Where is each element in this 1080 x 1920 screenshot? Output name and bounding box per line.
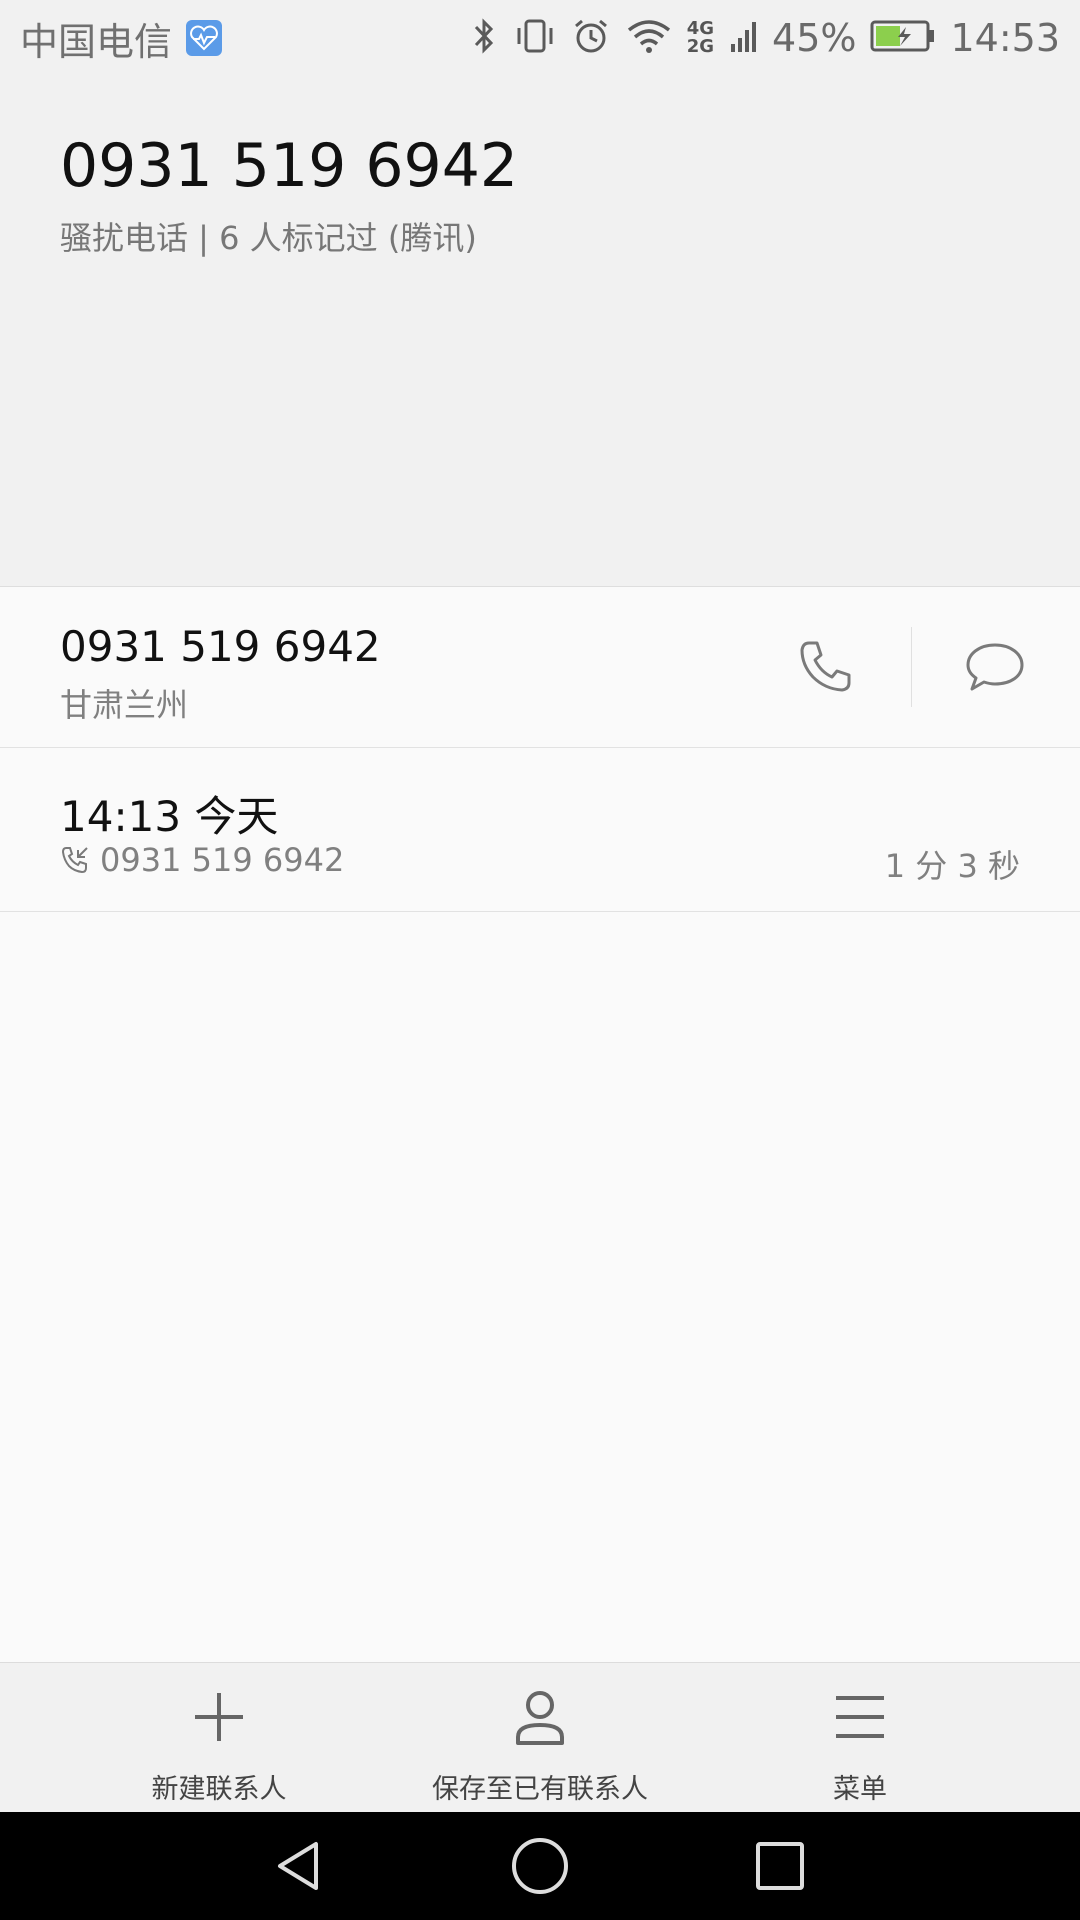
home-button[interactable] <box>510 1836 570 1896</box>
person-icon <box>510 1687 570 1747</box>
call-log-item[interactable]: 14:13 今天 0931 519 6942 1 分 3 秒 <box>0 748 1080 912</box>
call-log-time: 14:13 今天 <box>60 792 279 841</box>
network-type-bottom: 2G <box>686 36 715 57</box>
action-divider <box>911 627 912 707</box>
message-button[interactable] <box>960 632 1030 702</box>
message-icon <box>966 643 1024 691</box>
back-icon <box>278 1842 318 1890</box>
call-log-number: 0931 519 6942 <box>100 841 345 879</box>
menu-icon <box>830 1687 890 1747</box>
signal-icon <box>730 16 758 60</box>
save-to-existing-contact-button[interactable]: 保存至已有联系人 <box>420 1663 660 1813</box>
home-icon <box>512 1838 568 1894</box>
navigation-bar <box>0 1812 1080 1920</box>
battery-percent: 45% <box>772 16 857 60</box>
status-time: 14:53 <box>950 16 1060 60</box>
incoming-call-icon <box>61 847 88 874</box>
menu-label: 菜单 <box>833 1774 887 1805</box>
wifi-icon <box>625 16 673 60</box>
vibrate-icon <box>513 16 557 60</box>
menu-button[interactable]: 菜单 <box>760 1663 960 1813</box>
back-button[interactable] <box>270 1836 330 1896</box>
phone-icon <box>800 641 851 692</box>
spam-tag: 骚扰电话 | 6 人标记过 (腾讯) <box>60 219 477 257</box>
caller-header: 0931 519 6942 骚扰电话 | 6 人标记过 (腾讯) <box>0 76 1080 587</box>
plus-icon <box>189 1687 249 1747</box>
battery-icon <box>870 19 936 57</box>
bluetooth-icon <box>469 16 499 60</box>
row-phone-number: 0931 519 6942 <box>60 622 381 671</box>
new-contact-button[interactable]: 新建联系人 <box>119 1663 319 1813</box>
row-location: 甘肃兰州 <box>60 686 189 724</box>
number-row[interactable]: 0931 519 6942 甘肃兰州 <box>0 587 1080 748</box>
call-log-duration: 1 分 3 秒 <box>884 847 1020 885</box>
caller-number-title: 0931 519 6942 <box>60 131 519 201</box>
save-to-existing-label: 保存至已有联系人 <box>432 1774 648 1805</box>
network-type: 4G 2G <box>687 20 714 56</box>
alarm-icon <box>571 16 611 60</box>
status-right: 4G 2G 45% 14:53 <box>469 16 1060 60</box>
bottom-action-bar: 新建联系人 保存至已有联系人 菜单 <box>0 1662 1080 1813</box>
recent-apps-icon <box>756 1842 804 1890</box>
new-contact-label: 新建联系人 <box>151 1774 287 1805</box>
status-bar: 中国电信 4G 2G 45% 14:53 <box>0 0 1080 76</box>
health-icon <box>186 20 223 56</box>
call-button[interactable] <box>790 632 860 702</box>
call-detail-screen: 中国电信 4G 2G 45% 14:53 0931 519 6942 骚扰电话 … <box>0 0 1080 1920</box>
status-left: 中国电信 <box>20 11 223 66</box>
recent-apps-button[interactable] <box>750 1836 810 1896</box>
carrier-name: 中国电信 <box>20 19 173 64</box>
call-log-details: 0931 519 6942 <box>60 841 344 879</box>
